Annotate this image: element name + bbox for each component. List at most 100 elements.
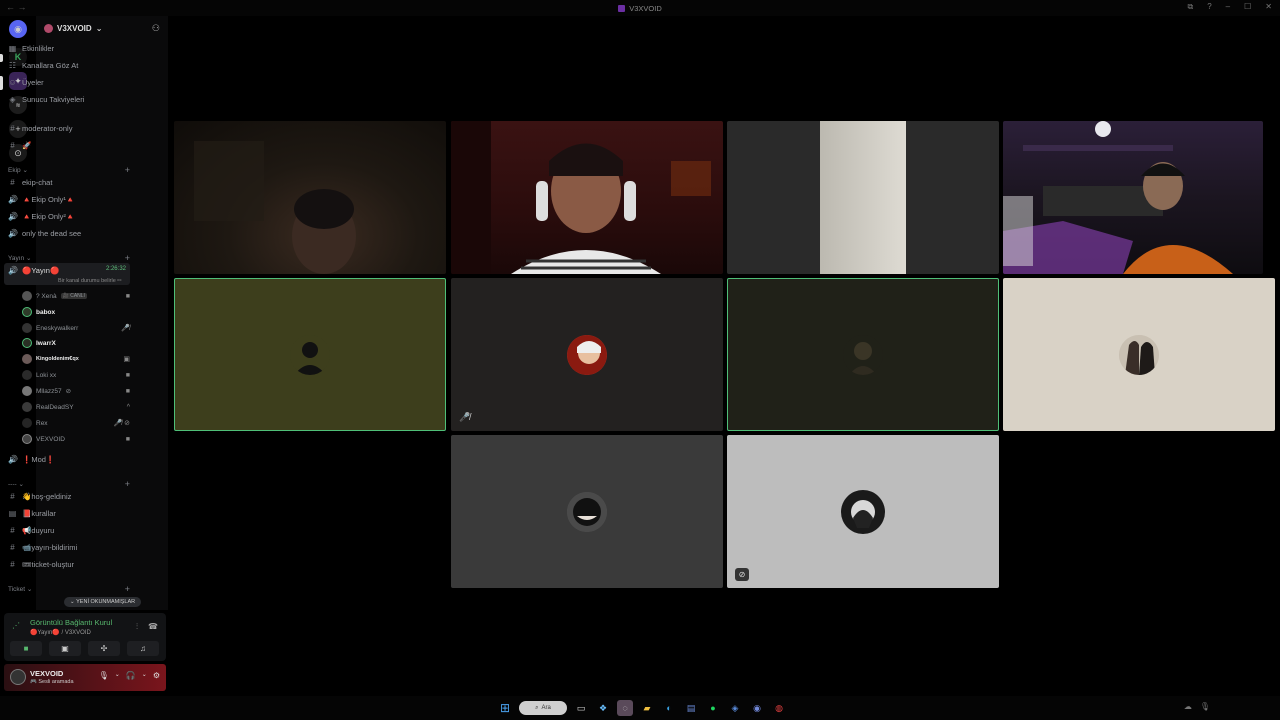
add-channel-icon[interactable]: +: [125, 584, 130, 594]
cloud-icon[interactable]: ☁: [1184, 702, 1192, 711]
maximize-button[interactable]: ☐: [1244, 2, 1251, 12]
settings-gear-icon[interactable]: ⚙: [153, 671, 160, 680]
video-tile-webcam[interactable]: [1003, 121, 1263, 274]
channel-hos-geldiniz[interactable]: # 👋hoş-geldiniz: [4, 489, 130, 504]
video-icon: ■: [125, 387, 130, 395]
menu-server-boosts[interactable]: ◈ Sunucu Takviyeleri: [4, 92, 130, 107]
window-controls: ⧉ ? – ☐ ✕: [1188, 2, 1273, 12]
channel-mod[interactable]: 🔊 ❗Mod❗: [4, 452, 130, 467]
discord-home-icon[interactable]: ◉: [9, 20, 27, 38]
soundboard-button[interactable]: ♫: [127, 641, 159, 656]
video-tile-webcam[interactable]: [174, 121, 446, 274]
video-tile-avatar[interactable]: [1003, 278, 1275, 431]
video-tile-avatar[interactable]: [174, 278, 446, 431]
taskbar-search[interactable]: ⌕ Ara: [519, 701, 567, 715]
voice-user[interactable]: Kingoldenim€qx ▣: [22, 352, 130, 366]
voice-channel-icon: 🔊: [8, 229, 18, 238]
muted-mic-icon: 🎤̸: [121, 325, 130, 332]
voice-user[interactable]: IwarrX: [22, 336, 130, 350]
avatar[interactable]: [10, 669, 26, 685]
app-icon[interactable]: ◌: [617, 700, 633, 716]
add-channel-icon[interactable]: +: [125, 479, 130, 489]
close-button[interactable]: ✕: [1265, 2, 1272, 12]
username[interactable]: VEXVOID: [30, 669, 63, 678]
spotify-icon[interactable]: ●: [705, 700, 721, 716]
task-view-icon[interactable]: ▭: [573, 700, 589, 716]
nav-arrows[interactable]: ← →: [6, 2, 27, 12]
voice-user[interactable]: Loki xx ■: [22, 368, 130, 382]
video-icon: ■: [125, 292, 130, 300]
channel-status[interactable]: Bir kanal durumu belirle ✏: [58, 278, 122, 284]
text-channel-icon: #: [10, 543, 15, 552]
channel-ekip-only-2[interactable]: 🔊 🔺Ekip Only²🔺: [4, 209, 130, 224]
video-tile-webcam[interactable]: [451, 121, 723, 274]
add-channel-icon[interactable]: +: [125, 253, 130, 263]
channel-only-the-dead-see[interactable]: 🔊 only the dead see: [4, 226, 130, 241]
voice-user[interactable]: Eneskywalkerr 🎤̸: [22, 321, 130, 335]
steam-icon[interactable]: ◈: [727, 700, 743, 716]
voice-user[interactable]: VEXVOID ■: [22, 432, 130, 446]
windows-start-icon[interactable]: ⊞: [497, 700, 513, 716]
video-tile-webcam[interactable]: [727, 121, 999, 274]
category-dash[interactable]: ---- ⌄ +: [8, 479, 130, 489]
channel-rocket[interactable]: # 🚀: [4, 138, 130, 153]
category-ekip[interactable]: Ekip ⌄ +: [8, 165, 130, 175]
discord-icon[interactable]: ◉: [749, 700, 765, 716]
avatar: [22, 370, 32, 380]
voice-channel-icon: 🔊: [8, 212, 18, 221]
voice-user[interactable]: Rex 🎤̸ ⊘: [22, 416, 130, 430]
channel-moderator-only[interactable]: # moderator-only: [4, 121, 130, 136]
webcam-feed: [1003, 121, 1233, 274]
microphone-icon[interactable]: 🎙: [99, 671, 109, 680]
video-tile-avatar[interactable]: ⊘: [727, 435, 999, 588]
members-icon: ☺: [8, 78, 17, 87]
system-tray: ☁ 🎙: [1184, 702, 1210, 711]
file-explorer-icon[interactable]: ▰: [639, 700, 655, 716]
disconnect-icon[interactable]: ☎: [148, 622, 158, 632]
menu-members[interactable]: ☺ Üyeler: [4, 75, 130, 90]
activities-button[interactable]: ✣: [88, 641, 120, 656]
video-tile-avatar[interactable]: [727, 278, 999, 431]
help-icon[interactable]: ?: [1207, 2, 1211, 12]
new-unreads-button[interactable]: ⌄ YENİ OKUNMAMIŞLAR: [64, 597, 142, 607]
edge-icon[interactable]: ◐: [661, 700, 677, 716]
avatar: [22, 323, 32, 333]
menu-browse-channels[interactable]: ☷ Kanallara Göz At: [4, 58, 130, 73]
category-yayin[interactable]: Yayın ⌄ +: [8, 253, 130, 263]
channel-ekip-only-1[interactable]: 🔊 🔺Ekip Only¹🔺: [4, 192, 130, 207]
camera-button[interactable]: ■: [10, 641, 42, 656]
category-ticket[interactable]: Ticket ⌄ +: [8, 584, 130, 594]
voice-user[interactable]: babox: [22, 305, 130, 319]
server-header[interactable]: V3XVOID ⌄ ⚇: [36, 16, 168, 40]
voice-status-title[interactable]: Görüntülü Bağlantı Kurul: [30, 618, 112, 627]
video-tile-avatar[interactable]: [451, 435, 723, 588]
screen-share-button[interactable]: ▣: [49, 641, 81, 656]
chevron-down-icon[interactable]: ⌄: [115, 671, 120, 680]
rules-channel-icon: ▤: [8, 509, 17, 518]
minimize-button[interactable]: –: [1226, 2, 1230, 12]
add-user-icon[interactable]: ⚇: [152, 23, 160, 34]
channel-ekip-chat[interactable]: # ekip-chat: [4, 175, 130, 190]
channel-duyuru[interactable]: # 📢duyuru: [4, 523, 130, 538]
live-badge: 🎥 CANLI: [60, 293, 87, 299]
voice-user[interactable]: RealDeadSY ^: [22, 400, 130, 414]
menu-events[interactable]: ▦ Etkinlikler: [4, 41, 130, 56]
chevron-down-icon[interactable]: ⌄: [142, 671, 147, 680]
voice-user[interactable]: ? Xenà 🎥 CANLI ■: [22, 289, 130, 303]
store-icon[interactable]: ▤: [683, 700, 699, 716]
mic-tray-icon[interactable]: 🎙: [1200, 702, 1210, 711]
noise-suppression-icon[interactable]: ⫶: [136, 622, 138, 632]
inbox-icon[interactable]: ⧉: [1188, 2, 1194, 12]
copilot-icon[interactable]: ❖: [595, 700, 611, 716]
channel-kurallar[interactable]: ▤ 📕kurallar: [4, 506, 130, 521]
connection-signal-icon[interactable]: ⋰: [12, 621, 20, 630]
stream-icon: ^: [126, 403, 130, 411]
channel-ticket-olustur[interactable]: # 🎟ticket-oluştur: [4, 557, 130, 572]
video-tile-avatar[interactable]: 🎤̸: [451, 278, 723, 431]
chrome-icon[interactable]: ◍: [771, 700, 787, 716]
add-channel-icon[interactable]: +: [125, 165, 130, 175]
headphones-icon[interactable]: 🎧: [126, 671, 136, 680]
voice-user[interactable]: Mllazz57 ⊘ ■: [22, 384, 130, 398]
voice-status-channel[interactable]: 🔴Yayın🔴 / V3XVOID: [30, 629, 91, 636]
channel-yayin-bildirimi[interactable]: # 📹yayın-bildirimi: [4, 540, 130, 555]
